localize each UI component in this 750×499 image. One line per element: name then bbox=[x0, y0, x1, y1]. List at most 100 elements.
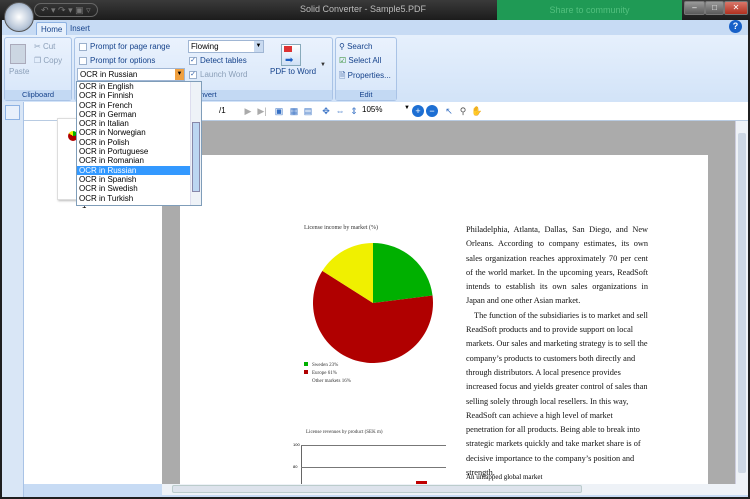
body-text: Philadelphia, Atlanta, Dallas, San Diego… bbox=[466, 223, 648, 480]
select-all-icon: ☑ bbox=[339, 56, 349, 65]
ocr-option[interactable]: OCR in Polish bbox=[77, 138, 190, 147]
thumbnails-panel-icon[interactable] bbox=[5, 105, 20, 120]
ocr-option[interactable]: OCR in Swedish bbox=[77, 184, 190, 193]
detect-tables-checkbox[interactable]: ✓ Detect tables bbox=[189, 56, 247, 65]
fit-page-icon[interactable]: ✥ bbox=[320, 105, 332, 117]
pdf-to-word-button[interactable]: PDF to Word bbox=[270, 67, 316, 76]
paste-button[interactable]: Paste bbox=[9, 67, 29, 76]
checkbox[interactable] bbox=[79, 42, 87, 51]
ocr-option[interactable]: OCR in Turkish bbox=[77, 194, 190, 203]
y-tick-label: 80 bbox=[293, 464, 298, 469]
fit-width-icon[interactable]: ⇔ bbox=[334, 105, 346, 117]
paste-icon bbox=[10, 44, 26, 64]
hand-tool-icon[interactable]: ✋ bbox=[471, 105, 483, 117]
dropdown-scrollbar[interactable] bbox=[190, 82, 201, 205]
chevron-down-icon[interactable]: ▼ bbox=[175, 69, 184, 80]
paragraph: Philadelphia, Atlanta, Dallas, San Diego… bbox=[466, 225, 648, 306]
share-to-community-button[interactable]: Share to community bbox=[497, 0, 682, 20]
properties-button[interactable]: 🗎 Properties... bbox=[339, 70, 391, 84]
launch-word-checkbox[interactable]: ✓ Launch Word bbox=[189, 70, 247, 79]
fit-height-icon[interactable]: ⇕ bbox=[348, 105, 360, 117]
legend-item-sweden: Sweden 23% bbox=[304, 362, 351, 370]
next-page-icon[interactable]: ▶ bbox=[242, 105, 254, 117]
ocr-option[interactable]: OCR in Italian bbox=[77, 119, 190, 128]
two-page-icon[interactable]: ▦ bbox=[288, 105, 300, 117]
chevron-down-icon[interactable]: ▼ bbox=[254, 41, 263, 52]
zoom-out-icon[interactable]: − bbox=[426, 105, 438, 117]
window-title: Solid Converter - Sample5.PDF bbox=[300, 4, 427, 14]
paragraph: The function of the subsidiaries is to m… bbox=[466, 310, 648, 478]
properties-label: Properties... bbox=[347, 71, 391, 80]
ocr-language-select[interactable]: OCR in Russian ▼ bbox=[77, 68, 185, 81]
y-tick-label: 100 bbox=[293, 442, 300, 447]
pie-legend: Sweden 23% Europe 61% Other markets 16% bbox=[304, 362, 351, 386]
prompt-page-range-label: Prompt for page range bbox=[90, 42, 171, 51]
scroll-thumb[interactable] bbox=[192, 122, 200, 192]
prompt-options-label: Prompt for options bbox=[90, 56, 156, 65]
ocr-option[interactable]: OCR in Finnish bbox=[77, 91, 190, 100]
continuous-icon[interactable]: ▤ bbox=[302, 105, 314, 117]
copy-button[interactable]: ❐ Copy bbox=[34, 56, 62, 65]
zoom-select[interactable]: 105% ▼ bbox=[362, 105, 410, 117]
properties-icon: 🗎 bbox=[339, 71, 348, 80]
pdf-to-word-icon: ➡ bbox=[281, 44, 301, 66]
edit-group: ⚲ Search ☑ Select All 🗎 Properties... Ed… bbox=[335, 37, 397, 101]
ocr-option[interactable]: OCR in Norwegian bbox=[77, 128, 190, 137]
pie-chart-title: License income by market (%) bbox=[304, 225, 378, 231]
search-button[interactable]: ⚲ Search bbox=[339, 42, 372, 51]
zoom-value: 105% bbox=[362, 105, 383, 114]
clipboard-group-label: Clipboard bbox=[5, 90, 71, 100]
checkbox[interactable]: ✓ bbox=[189, 56, 197, 65]
gridline bbox=[301, 445, 446, 446]
launch-word-label: Launch Word bbox=[200, 70, 248, 79]
copy-label: Copy bbox=[43, 56, 63, 65]
close-button[interactable]: ✕ bbox=[724, 1, 748, 15]
ocr-language-value: OCR in Russian bbox=[80, 70, 138, 79]
layout-mode-value: Flowing bbox=[191, 42, 219, 51]
application-menu-button[interactable] bbox=[4, 2, 34, 32]
select-tool-icon[interactable]: ↖ bbox=[443, 105, 455, 117]
select-all-label: Select All bbox=[348, 56, 382, 65]
edit-group-label: Edit bbox=[336, 90, 396, 100]
ocr-language-dropdown-list[interactable]: OCR in English OCR in Finnish OCR in Frenc… bbox=[76, 81, 202, 206]
ocr-option[interactable]: OCR in Romanian bbox=[77, 156, 190, 165]
checkbox[interactable]: ✓ bbox=[189, 70, 197, 79]
ocr-option[interactable]: OCR in Russian bbox=[77, 165, 190, 175]
zoom-in-icon[interactable]: + bbox=[412, 105, 424, 117]
select-all-button[interactable]: ☑ Select All bbox=[339, 56, 381, 65]
binoculars-icon: ⚲ bbox=[339, 42, 348, 51]
help-icon[interactable]: ? bbox=[729, 20, 742, 33]
tab-insert[interactable]: Insert bbox=[66, 22, 94, 36]
bar-chart-y-axis bbox=[301, 445, 302, 485]
tab-home[interactable]: Home bbox=[36, 22, 68, 36]
ocr-option[interactable]: OCR in German bbox=[77, 110, 190, 119]
legend-label: Europe 61% bbox=[312, 371, 337, 376]
legend-item-europe: Europe 61% bbox=[304, 370, 351, 378]
pdf-to-word-dropdown-icon[interactable]: ▼ bbox=[320, 62, 326, 68]
single-page-icon[interactable]: ▣ bbox=[273, 105, 285, 117]
quick-access-toolbar[interactable]: ↶ ▾ ↷ ▾ ▣ ▿ bbox=[34, 3, 98, 17]
cut-button[interactable]: ✂ Cut bbox=[34, 42, 55, 51]
copy-icon: ❐ bbox=[34, 56, 44, 65]
page-total: /1 bbox=[219, 106, 226, 115]
legend-label: Sweden 23% bbox=[312, 363, 339, 368]
ocr-option[interactable]: OCR in Portuguese bbox=[77, 147, 190, 156]
minimize-button[interactable]: – bbox=[684, 1, 705, 15]
pie-chart bbox=[313, 243, 433, 363]
ocr-option[interactable]: OCR in English bbox=[77, 82, 190, 91]
section-heading: An untapped global market bbox=[466, 473, 543, 481]
legend-item-other: Other markets 16% bbox=[304, 378, 351, 386]
ocr-option[interactable]: OCR in French bbox=[77, 101, 190, 110]
prompt-options-checkbox[interactable]: Prompt for options bbox=[79, 56, 155, 65]
horizontal-scrollbar[interactable] bbox=[162, 484, 748, 495]
maximize-button[interactable]: □ bbox=[705, 1, 724, 15]
vertical-scrollbar[interactable] bbox=[735, 121, 748, 484]
layout-mode-select[interactable]: Flowing ▼ bbox=[188, 40, 264, 53]
checkbox[interactable] bbox=[79, 56, 87, 65]
zoom-tool-icon[interactable]: ⚲ bbox=[457, 105, 469, 117]
prompt-page-range-checkbox[interactable]: Prompt for page range bbox=[79, 42, 170, 51]
scissors-icon: ✂ bbox=[34, 42, 43, 51]
search-label: Search bbox=[347, 42, 373, 51]
ocr-option[interactable]: OCR in Spanish bbox=[77, 175, 190, 184]
last-page-icon[interactable]: ▶| bbox=[256, 105, 268, 117]
